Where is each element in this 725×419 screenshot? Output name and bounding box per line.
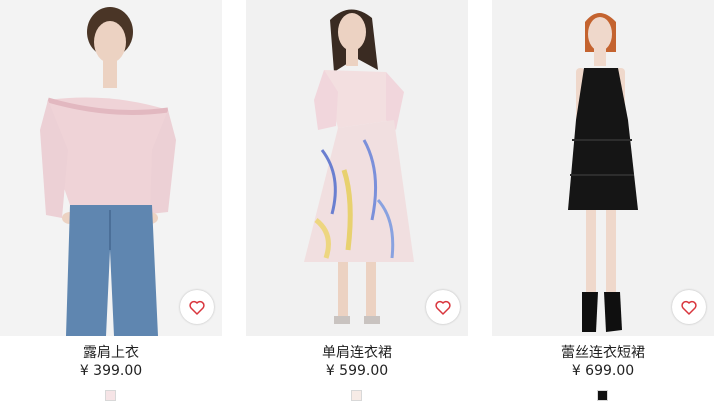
heart-icon xyxy=(681,300,697,315)
product-grid: 露肩上衣 ¥ 399.00 单肩连衣裙 ¥ 599.00 蕾丝连衣短裙 ¥ 69… xyxy=(0,0,725,419)
color-swatch[interactable] xyxy=(351,390,362,401)
product-price: ¥ 699.00 xyxy=(571,363,635,379)
heart-icon xyxy=(435,300,451,315)
product-card[interactable]: 蕾丝连衣短裙 ¥ 699.00 xyxy=(492,0,714,419)
product-photo[interactable] xyxy=(0,0,222,336)
product-card[interactable]: 单肩连衣裙 ¥ 599.00 xyxy=(246,0,468,419)
favorite-button[interactable] xyxy=(180,290,214,324)
favorite-button[interactable] xyxy=(672,290,706,324)
heart-icon xyxy=(189,300,205,315)
product-name[interactable]: 露肩上衣 xyxy=(0,344,222,362)
product-name[interactable]: 蕾丝连衣短裙 xyxy=(492,344,714,362)
color-swatch[interactable] xyxy=(105,390,116,401)
product-card[interactable]: 露肩上衣 ¥ 399.00 xyxy=(0,0,222,419)
product-name[interactable]: 单肩连衣裙 xyxy=(246,344,468,362)
product-price: ¥ 399.00 xyxy=(79,363,143,379)
favorite-button[interactable] xyxy=(426,290,460,324)
color-swatch[interactable] xyxy=(597,390,608,401)
product-price: ¥ 599.00 xyxy=(325,363,389,379)
product-photo[interactable] xyxy=(492,0,714,336)
product-photo[interactable] xyxy=(246,0,468,336)
